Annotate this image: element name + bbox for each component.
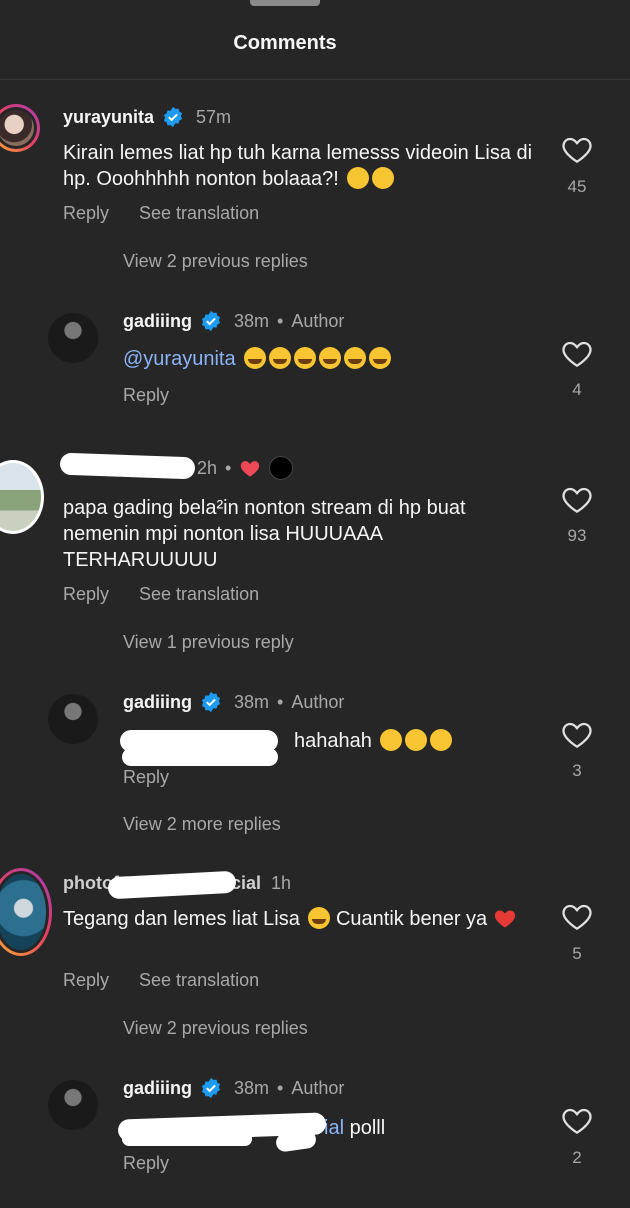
comment-text: Tegang dan lemes liat Lisa Cuantik bener… [63, 906, 533, 932]
see-translation-button[interactable]: See translation [139, 203, 259, 224]
verified-badge-icon [163, 106, 183, 128]
reply-meta: gadiiing 38m • Author [123, 691, 345, 713]
grinning-sweat-emoji-icon [372, 167, 395, 189]
redaction [59, 452, 196, 480]
reply-button[interactable]: Reply [63, 970, 109, 991]
comment-meta: yurayunita 57m [63, 106, 231, 128]
username[interactable]: gadiiing [123, 1078, 192, 1099]
author-badge: Author [291, 691, 345, 712]
avatar[interactable] [48, 694, 98, 744]
like-button[interactable] [557, 338, 597, 373]
redaction [122, 1132, 252, 1146]
view-replies-button[interactable]: View 2 previous replies [123, 1018, 308, 1039]
username[interactable]: yurayunita [63, 107, 154, 128]
like-button[interactable] [557, 484, 597, 519]
timestamp: 2h [197, 457, 218, 478]
author-badge: Author [291, 310, 345, 331]
verified-badge-icon [201, 1077, 221, 1099]
drag-handle[interactable] [250, 0, 320, 6]
mention-link[interactable]: @yurayunita [123, 348, 236, 370]
reply-text: ial polll [324, 1117, 386, 1139]
avatar[interactable] [48, 1080, 98, 1130]
see-translation-button[interactable]: See translation [139, 970, 259, 991]
comment-text: papa gading bela²in nonton stream di hp … [63, 497, 466, 571]
heart-icon [562, 341, 592, 367]
divider [0, 79, 630, 80]
timestamp: 38m [234, 691, 270, 712]
reply-text: @yurayunita [123, 346, 392, 372]
heart-icon [562, 1108, 592, 1134]
like-count: 5 [572, 944, 582, 963]
comment-text: Kirain lemes liat hp tuh karna lemesss v… [63, 142, 533, 190]
avatar[interactable] [48, 313, 98, 363]
laugh-emoji-icon [244, 347, 267, 369]
timestamp: 1h [271, 873, 292, 893]
laugh-emoji-icon [319, 347, 342, 369]
mention-link[interactable]: ial [324, 1117, 344, 1139]
like-button[interactable] [557, 901, 597, 936]
creator-liked-heart-icon [241, 461, 260, 477]
username[interactable]: gadiiing [123, 692, 192, 713]
heart-icon [562, 722, 592, 748]
heart-icon [562, 904, 592, 930]
like-button[interactable] [557, 134, 597, 169]
like-count: 2 [572, 1148, 582, 1167]
laugh-emoji-icon [308, 907, 331, 929]
view-more-replies-button[interactable]: View 2 more replies [123, 814, 281, 835]
like-count: 4 [572, 380, 582, 399]
reply-text: hahahah [294, 728, 453, 754]
see-translation-button[interactable]: See translation [139, 584, 259, 605]
laugh-emoji-icon [369, 347, 392, 369]
thinking-emoji-icon [347, 167, 370, 189]
reply-button[interactable]: Reply [123, 767, 169, 788]
raising-hands-emoji-icon [430, 729, 453, 751]
reply-button[interactable]: Reply [63, 203, 109, 224]
timestamp: 38m [234, 310, 270, 331]
like-count: 45 [567, 177, 587, 196]
creator-avatar-icon [269, 456, 294, 480]
username[interactable]: gadiiing [123, 311, 192, 332]
timestamp: 38m [234, 1077, 270, 1098]
laugh-emoji-icon [344, 347, 367, 369]
avatar[interactable] [0, 868, 52, 956]
red-heart-emoji-icon [494, 910, 515, 928]
raising-hands-emoji-icon [405, 729, 428, 751]
view-replies-button[interactable]: View 1 previous reply [123, 632, 294, 653]
like-count: 3 [572, 761, 582, 780]
like-button[interactable] [557, 719, 597, 754]
page-title: Comments [233, 32, 337, 54]
like-count: 93 [567, 526, 587, 545]
heart-icon [562, 487, 592, 513]
reply-button[interactable]: Reply [63, 584, 109, 605]
laugh-emoji-icon [269, 347, 292, 369]
avatar[interactable] [0, 460, 44, 534]
timestamp: 57m [196, 106, 232, 127]
verified-badge-icon [201, 310, 221, 332]
heart-icon [562, 137, 592, 163]
reply-meta: gadiiing 38m • Author [123, 1077, 345, 1099]
laugh-emoji-icon [294, 347, 317, 369]
author-badge: Author [291, 1077, 345, 1098]
verified-badge-icon [201, 691, 221, 713]
reply-button[interactable]: Reply [123, 385, 169, 406]
like-button[interactable] [557, 1105, 597, 1140]
raising-hands-emoji-icon [380, 729, 403, 751]
redaction [122, 748, 278, 766]
reply-meta: gadiiing 38m • Author [123, 310, 345, 332]
avatar[interactable] [0, 104, 40, 152]
reply-button[interactable]: Reply [123, 1153, 169, 1174]
view-replies-button[interactable]: View 2 previous replies [123, 251, 308, 272]
